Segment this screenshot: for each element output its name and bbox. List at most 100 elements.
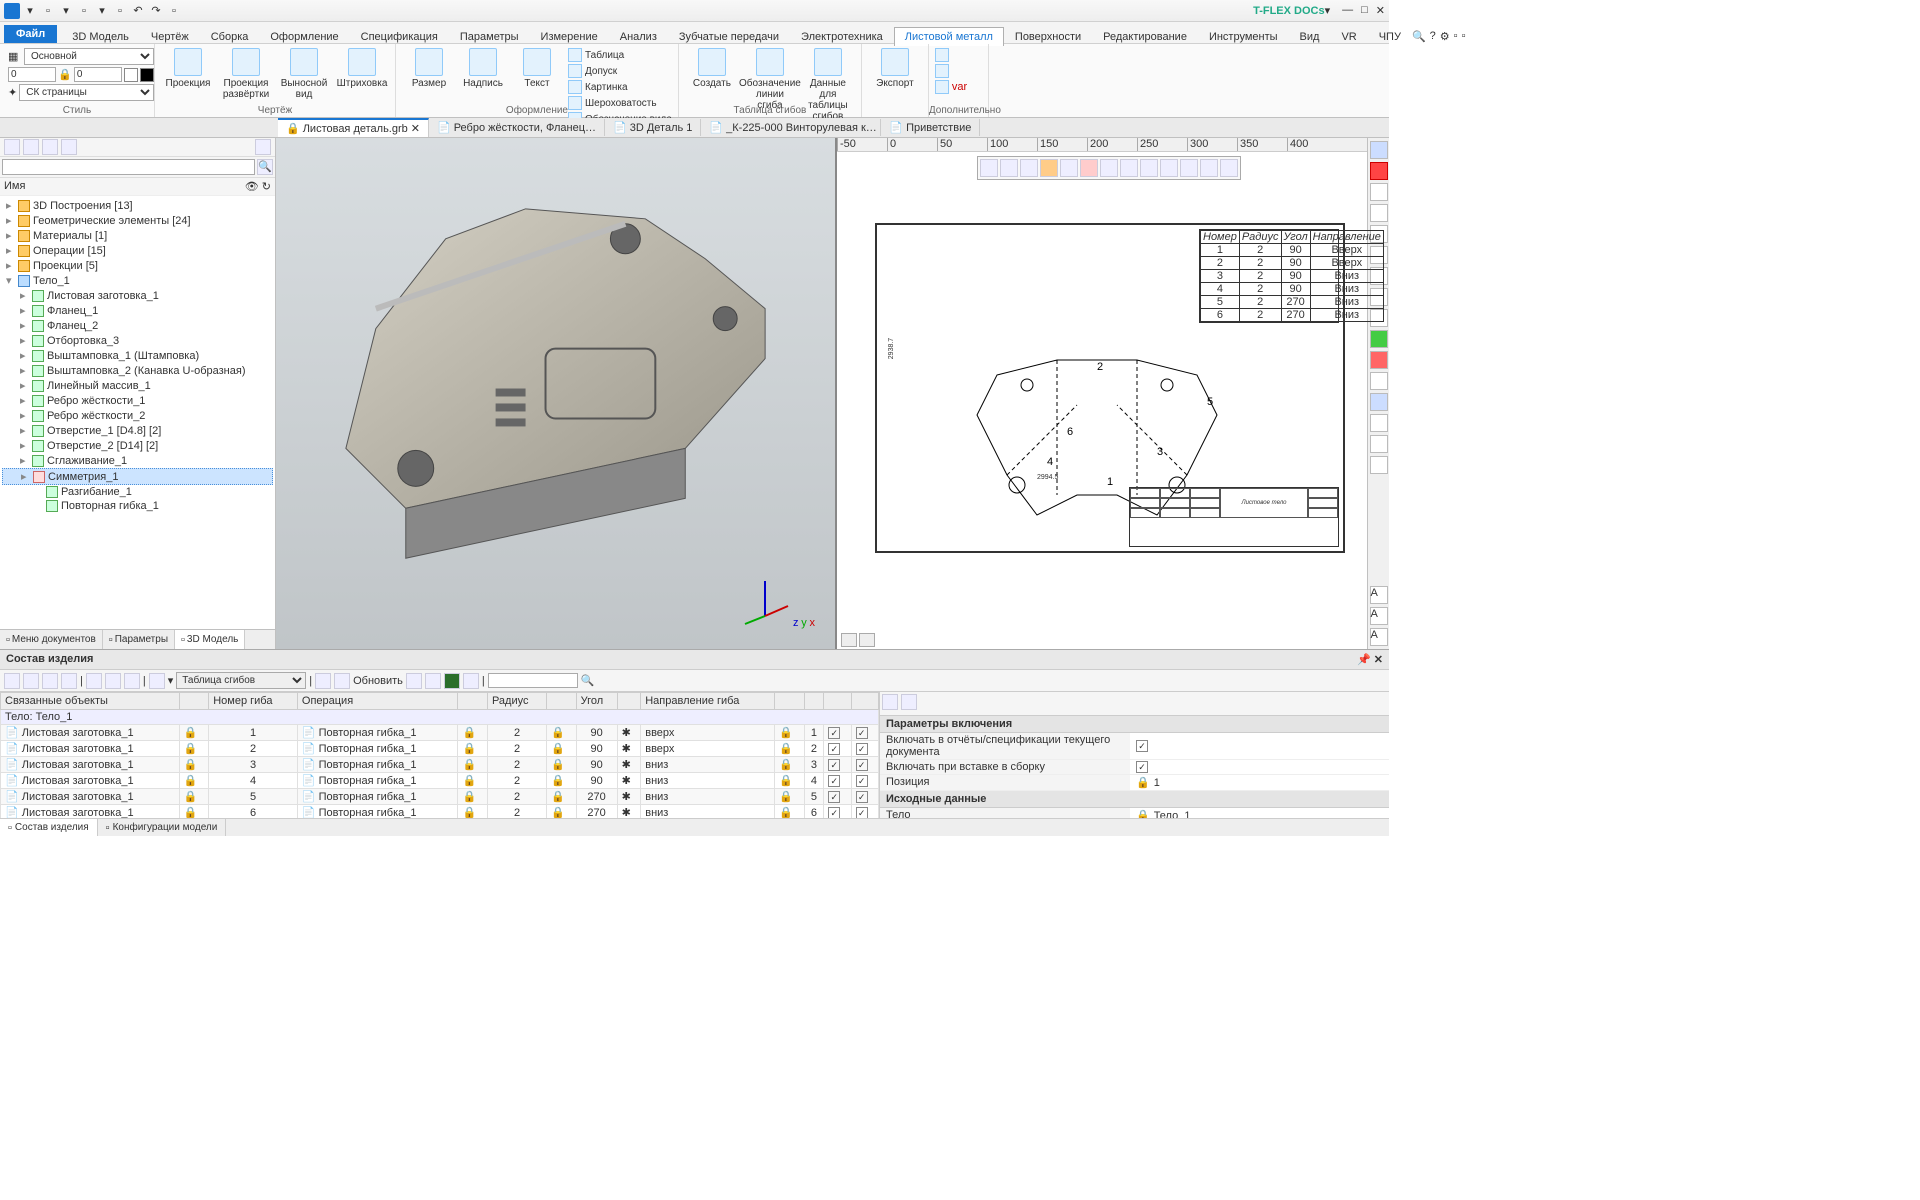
mt-12[interactable] xyxy=(1200,159,1218,177)
redo-icon[interactable]: ↷ xyxy=(148,3,164,19)
bt-12[interactable] xyxy=(463,673,479,689)
rt-14[interactable] xyxy=(1370,456,1388,474)
bt-8[interactable] xyxy=(149,673,165,689)
bt-6[interactable] xyxy=(105,673,121,689)
extra-btn-3[interactable]: var xyxy=(935,80,967,94)
rt-10[interactable] xyxy=(1370,372,1388,390)
tree-node[interactable]: ▸Отверстие_1 [D4.8] [2] xyxy=(2,423,273,438)
saveas-icon[interactable]: ▾ xyxy=(94,3,110,19)
extra-btn-2[interactable] xyxy=(935,64,967,78)
tree-node[interactable]: ▸Фланец_2 xyxy=(2,318,273,333)
rt-11[interactable] xyxy=(1370,393,1388,411)
cs-combo[interactable]: СК страницы xyxy=(19,84,154,101)
ribbon-tab-13[interactable]: Инструменты xyxy=(1198,27,1289,46)
chk-1[interactable]: ✓ xyxy=(1136,740,1148,752)
bt-4[interactable] xyxy=(61,673,77,689)
left-tab[interactable]: ▫Параметры xyxy=(103,630,175,649)
tree-settings-icon[interactable] xyxy=(255,139,271,155)
ribbon-btn[interactable]: Размер xyxy=(402,46,456,89)
window-icon[interactable]: ▫ xyxy=(1454,30,1458,43)
tree-node[interactable]: ▸Выштамповка_1 (Штамповка) xyxy=(2,348,273,363)
num2-input[interactable] xyxy=(74,67,122,82)
prop-position-val[interactable]: 1 xyxy=(1154,777,1160,789)
ribbon-btn[interactable]: Надпись xyxy=(456,46,510,89)
print-icon[interactable]: ▫ xyxy=(112,3,128,19)
sort-za-icon[interactable] xyxy=(901,694,917,710)
tree-node[interactable]: ▸Сглаживание_1 xyxy=(2,453,273,468)
doc-tab[interactable]: 📄_К-225-000 Винторулевая к… xyxy=(701,119,881,136)
tree-node[interactable]: ▸Проекции [5] xyxy=(2,258,273,273)
eye-icon[interactable]: 👁 ↻ xyxy=(245,180,271,193)
left-tab[interactable]: ▫3D Модель xyxy=(175,630,245,649)
ribbon-btn[interactable]: Экспорт xyxy=(868,46,922,89)
bottom-search-icon[interactable]: 🔍 xyxy=(581,674,595,687)
ribbon-btn[interactable]: Штриховка xyxy=(335,46,389,89)
rt-check-icon[interactable] xyxy=(1370,330,1388,348)
tree-node[interactable]: ▸Материалы [1] xyxy=(2,228,273,243)
bt-3[interactable] xyxy=(42,673,58,689)
bt-1[interactable] xyxy=(4,673,20,689)
docs-link[interactable]: T-FLEX DOCs xyxy=(1253,5,1325,17)
tree-node[interactable]: ▸Геометрические элементы [24] xyxy=(2,213,273,228)
mt-9[interactable] xyxy=(1140,159,1158,177)
rt-text-a3-icon[interactable]: A xyxy=(1370,628,1388,646)
bt-5[interactable] xyxy=(86,673,102,689)
tree-btn-4[interactable] xyxy=(61,139,77,155)
refresh-label[interactable]: Обновить xyxy=(353,675,403,687)
new-icon[interactable]: ▫ xyxy=(40,3,56,19)
3d-viewport[interactable]: z y x xyxy=(276,138,837,649)
bottom-tab[interactable]: ▫Состав изделия xyxy=(0,819,98,836)
prop-body-val[interactable]: Тело_1 xyxy=(1154,810,1191,819)
tree-node[interactable]: ▸Выштамповка_2 (Канавка U-образная) xyxy=(2,363,273,378)
doc-tab[interactable]: 📄3D Деталь 1 xyxy=(605,119,701,136)
table-row[interactable]: 📄 Листовая заготовка_1🔒3📄 Повторная гибк… xyxy=(1,757,879,773)
mt-13[interactable] xyxy=(1220,159,1238,177)
mt-4[interactable] xyxy=(1040,159,1058,177)
bt-10[interactable] xyxy=(406,673,422,689)
tree-node[interactable]: ▸Линейный массив_1 xyxy=(2,378,273,393)
file-tab[interactable]: Файл xyxy=(4,25,57,43)
search-go-icon[interactable]: 🔍 xyxy=(257,159,273,175)
ribbon-btn[interactable]: Создать xyxy=(685,46,739,89)
gear-icon[interactable]: ⚙ xyxy=(1440,30,1450,43)
table-row[interactable]: 📄 Листовая заготовка_1🔒5📄 Повторная гибк… xyxy=(1,789,879,805)
mt-1[interactable] xyxy=(980,159,998,177)
tree-btn-1[interactable] xyxy=(4,139,20,155)
tree-node[interactable]: Повторная гибка_1 xyxy=(2,499,273,513)
ribbon-tab-15[interactable]: VR xyxy=(1330,27,1367,46)
sheet-tab-2[interactable] xyxy=(859,633,875,647)
minimize-icon[interactable]: — xyxy=(1342,4,1353,17)
mt-11[interactable] xyxy=(1180,159,1198,177)
tree-node[interactable]: ▸Симметрия_1 xyxy=(2,468,273,485)
save-icon[interactable]: ▫ xyxy=(76,3,92,19)
app-icon[interactable] xyxy=(4,3,20,19)
undo-icon[interactable]: ↶ xyxy=(130,3,146,19)
bom-table[interactable]: Связанные объектыНомер гибаОперацияРадиу… xyxy=(0,692,879,818)
ribbon-tab-12[interactable]: Редактирование xyxy=(1092,27,1198,46)
ribbon-small-btn[interactable]: Картинка xyxy=(568,80,672,94)
bt-7[interactable] xyxy=(124,673,140,689)
rt-grid-icon[interactable] xyxy=(1370,141,1388,159)
bottom-pin-icon[interactable]: 📌 ✕ xyxy=(1357,653,1383,666)
bt-excel-icon[interactable] xyxy=(444,673,460,689)
doc-tab[interactable]: 📄Приветствие xyxy=(881,119,980,136)
search-icon[interactable]: 🔍 xyxy=(1412,30,1426,43)
bt-2[interactable] xyxy=(23,673,39,689)
layer-combo[interactable]: Основной xyxy=(24,48,154,65)
rt-zoom-out-icon[interactable] xyxy=(1370,204,1388,222)
ribbon-btn[interactable]: Выноснойвид xyxy=(277,46,331,100)
swatch-black[interactable] xyxy=(140,68,154,82)
table-row[interactable]: 📄 Листовая заготовка_1🔒2📄 Повторная гибк… xyxy=(1,741,879,757)
docs-dropdown-icon[interactable]: ▾ xyxy=(1325,4,1331,17)
mt-5[interactable] xyxy=(1060,159,1078,177)
bottom-combo[interactable]: Таблица сгибов xyxy=(176,672,306,689)
tree-node[interactable]: ▸Ребро жёсткости_1 xyxy=(2,393,273,408)
tree-btn-2[interactable] xyxy=(23,139,39,155)
ribbon-btn[interactable]: Проекцияразвёртки xyxy=(219,46,273,100)
bottom-tab[interactable]: ▫Конфигурации модели xyxy=(98,819,227,836)
mt-7[interactable] xyxy=(1100,159,1118,177)
table-row[interactable]: 📄 Листовая заготовка_1🔒1📄 Повторная гибк… xyxy=(1,725,879,741)
rt-12[interactable] xyxy=(1370,414,1388,432)
ribbon-tab-14[interactable]: Вид xyxy=(1289,27,1331,46)
ribbon-btn[interactable]: Обозначениелинии сгиба xyxy=(743,46,797,111)
